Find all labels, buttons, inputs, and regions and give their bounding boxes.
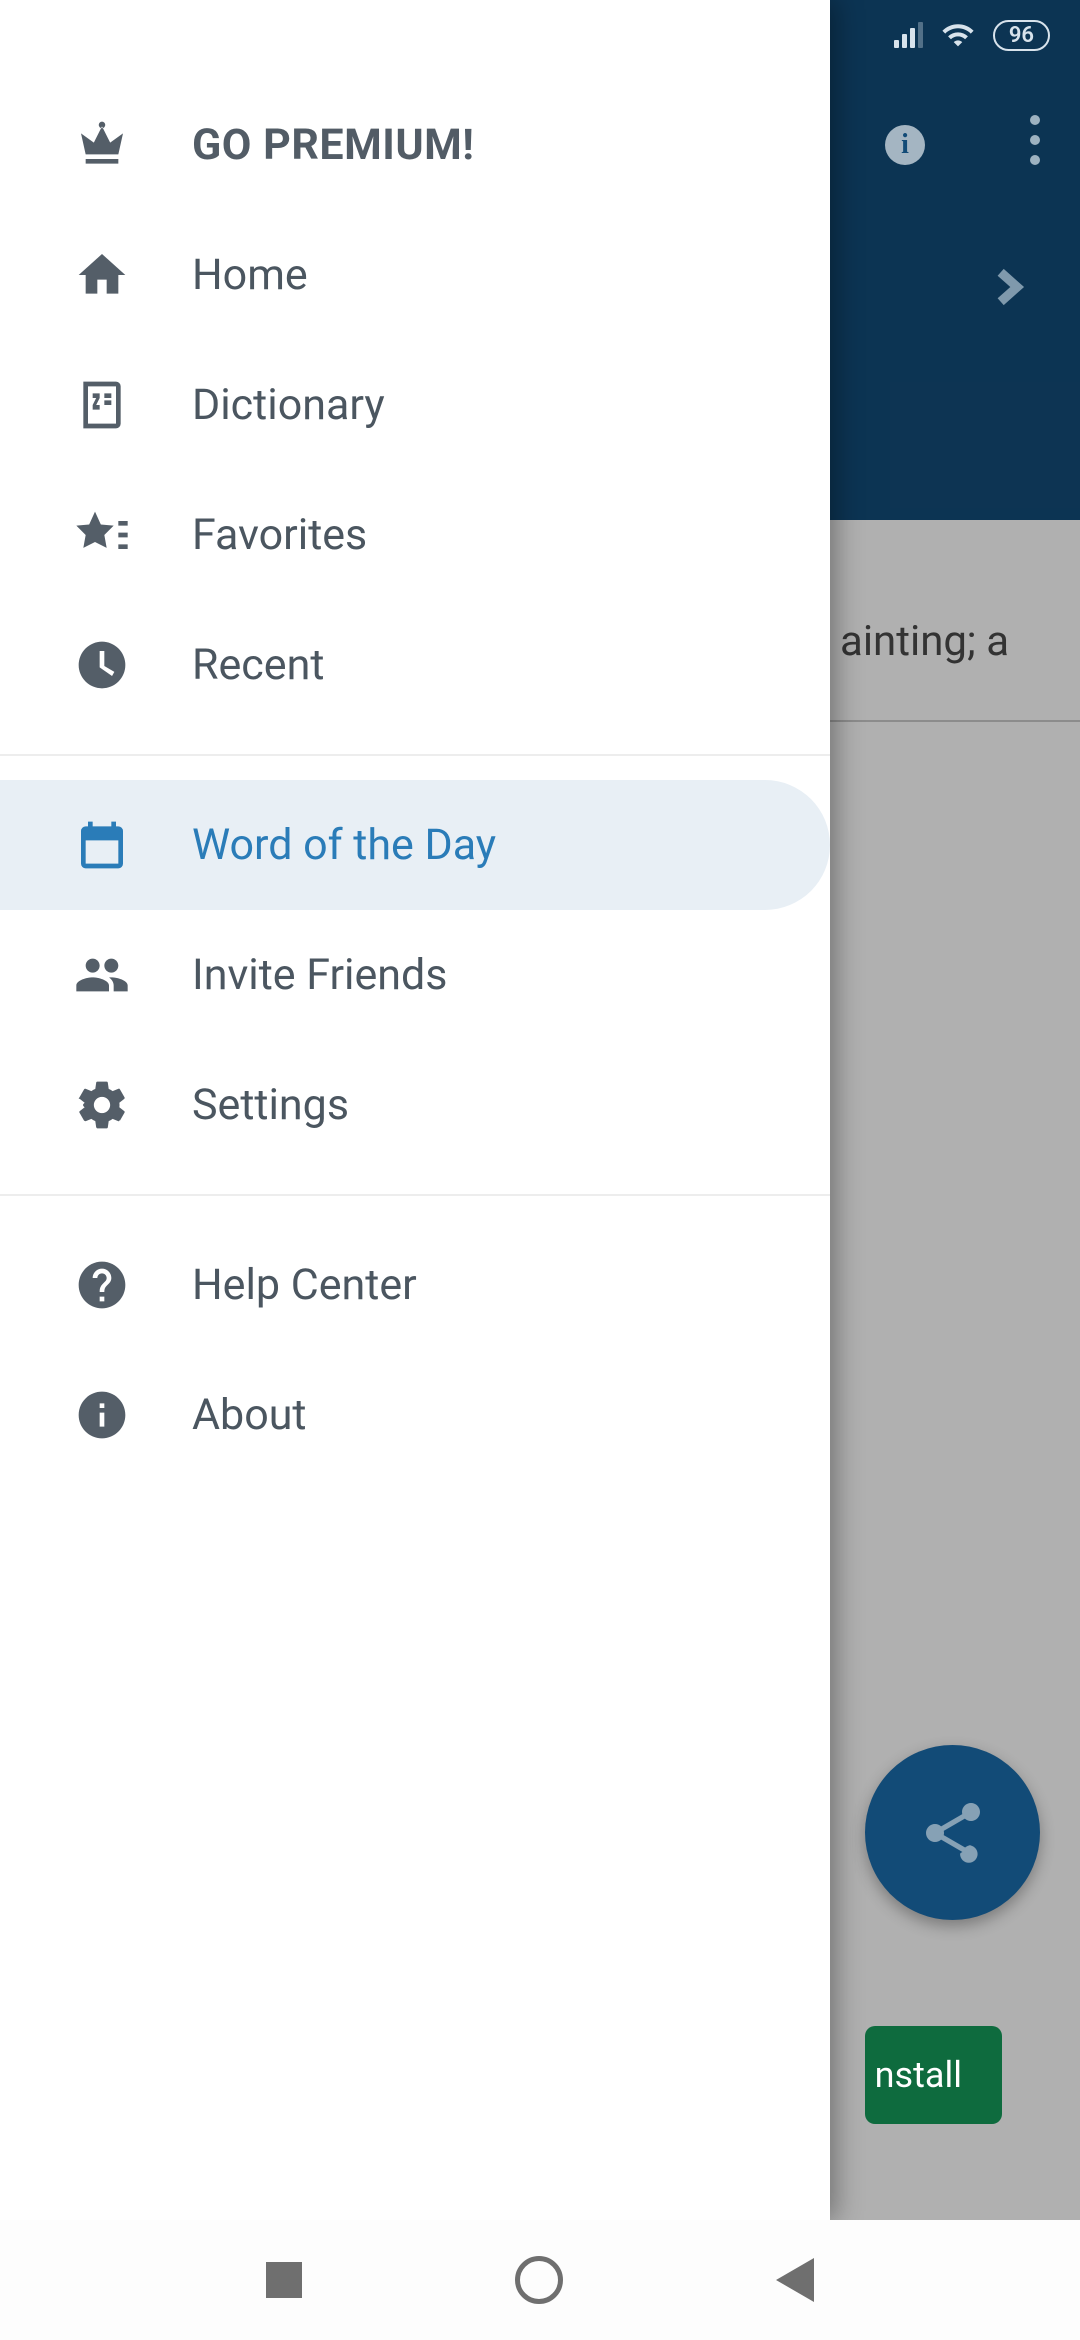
- crown-icon: [74, 117, 130, 173]
- drawer-item-premium[interactable]: GO PREMIUM!: [0, 80, 830, 210]
- definition-text-fragment: ainting; a: [840, 610, 1040, 673]
- home-button[interactable]: [515, 2256, 563, 2304]
- info-icon[interactable]: i: [885, 125, 925, 165]
- dictionary-icon: [74, 377, 130, 433]
- drawer-divider: [0, 754, 830, 756]
- drawer-label: Invite Friends: [192, 950, 448, 1000]
- drawer-item-settings[interactable]: Settings: [0, 1040, 830, 1170]
- install-label: nstall: [875, 2054, 962, 2096]
- calendar-icon: [74, 817, 130, 873]
- battery-indicator: 96: [993, 20, 1050, 51]
- chevron-right-icon[interactable]: [986, 265, 1030, 309]
- drawer-item-about[interactable]: About: [0, 1350, 830, 1480]
- gear-icon: [74, 1077, 130, 1133]
- drawer-label: About: [192, 1390, 307, 1440]
- cellular-signal-icon: [894, 22, 923, 48]
- drawer-item-home[interactable]: Home: [0, 210, 830, 340]
- info-icon: [74, 1387, 130, 1443]
- navigation-drawer: GO PREMIUM! Home Dictionary Favorites Re…: [0, 0, 830, 2220]
- recent-apps-button[interactable]: [266, 2262, 302, 2298]
- back-button[interactable]: [776, 2258, 814, 2302]
- people-icon: [74, 947, 130, 1003]
- drawer-item-invite[interactable]: Invite Friends: [0, 910, 830, 1040]
- share-icon: [917, 1797, 989, 1869]
- install-button[interactable]: nstall: [865, 2026, 1002, 2124]
- wifi-icon: [941, 18, 975, 52]
- drawer-item-recent[interactable]: Recent: [0, 600, 830, 730]
- drawer-label: GO PREMIUM!: [192, 120, 474, 170]
- help-icon: [74, 1257, 130, 1313]
- drawer-label: Home: [192, 250, 308, 300]
- home-icon: [74, 247, 130, 303]
- drawer-item-word-of-day[interactable]: Word of the Day: [0, 780, 830, 910]
- favorites-icon: [74, 507, 130, 563]
- system-navigation-bar: [0, 2220, 1080, 2340]
- drawer-divider: [0, 1194, 830, 1196]
- drawer-item-dictionary[interactable]: Dictionary: [0, 340, 830, 470]
- more-options-button[interactable]: [1030, 115, 1040, 165]
- clock-icon: [74, 637, 130, 693]
- drawer-item-favorites[interactable]: Favorites: [0, 470, 830, 600]
- drawer-label: Dictionary: [192, 380, 385, 430]
- drawer-label: Word of the Day: [192, 820, 496, 870]
- share-fab[interactable]: [865, 1745, 1040, 1920]
- drawer-label: Recent: [192, 640, 324, 690]
- drawer-item-help[interactable]: Help Center: [0, 1220, 830, 1350]
- drawer-label: Help Center: [192, 1260, 417, 1310]
- status-bar: 96: [864, 0, 1080, 70]
- drawer-label: Favorites: [192, 510, 367, 560]
- drawer-label: Settings: [192, 1080, 349, 1130]
